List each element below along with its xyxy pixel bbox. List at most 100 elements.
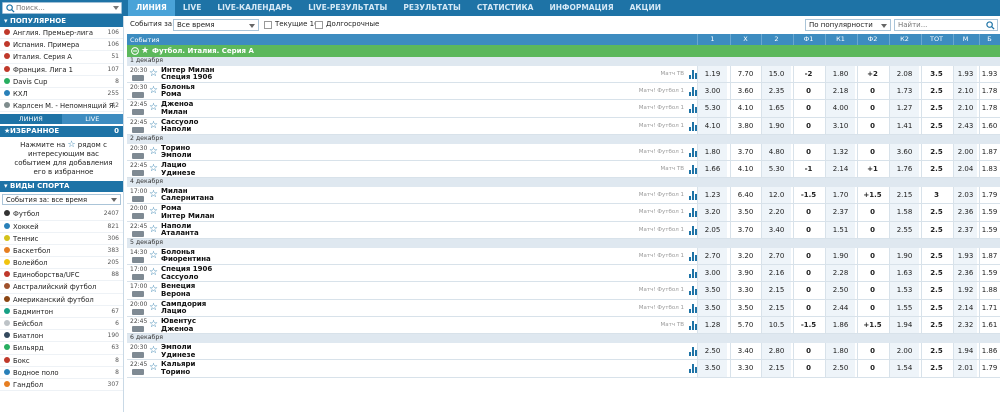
odds-cell-Б[interactable]: 1.59 <box>979 221 999 239</box>
sort-select[interactable]: По популярности <box>805 19 891 31</box>
odds-cell-Ф2[interactable]: 0 <box>857 204 887 221</box>
broadcast-info[interactable]: Матч! Футбол 1 <box>639 287 684 293</box>
odds-cell-К1[interactable]: 1.32 <box>825 143 855 160</box>
odds-cell-К2[interactable]: 2.08 <box>889 65 919 82</box>
odds-cell-К1[interactable]: 2.50 <box>825 360 855 377</box>
odds-cell-X[interactable]: 5.70 <box>730 317 760 334</box>
odds-cell-2[interactable]: 1.65 <box>761 100 791 117</box>
odds-cell-2[interactable]: 5.30 <box>761 160 791 178</box>
odds-cell-М[interactable]: 2.10 <box>953 82 977 100</box>
odds-cell-ТОТ[interactable]: 2.5 <box>921 317 951 334</box>
odds-cell-К2[interactable]: 2.55 <box>889 221 919 239</box>
odds-cell-X[interactable]: 3.70 <box>730 143 760 160</box>
odds-cell-М[interactable]: 2.10 <box>953 100 977 117</box>
find-input[interactable] <box>895 20 985 30</box>
broadcast-info[interactable]: Матч! Футбол 1 <box>639 253 684 259</box>
odds-cell-Ф2[interactable]: 0 <box>857 143 887 160</box>
odds-cell-Б[interactable]: 1.59 <box>979 204 999 221</box>
odds-cell-Ф1[interactable]: -1.5 <box>793 317 823 334</box>
match-teams[interactable]: Сампдория Лацио <box>161 300 206 316</box>
favorite-star-icon[interactable]: ☆ <box>149 206 158 218</box>
match-teams[interactable]: Торино Эмполи <box>161 144 192 160</box>
popular-item[interactable]: Davis Cup 8 <box>0 76 123 88</box>
odds-cell-ТОТ[interactable]: 3 <box>921 186 951 204</box>
odds-cell-ТОТ[interactable]: 2.5 <box>921 282 951 299</box>
odds-cell-М[interactable]: 2.03 <box>953 186 977 204</box>
odds-cell-М[interactable]: 2.43 <box>953 117 977 135</box>
odds-cell-К2[interactable]: 1.58 <box>889 204 919 221</box>
odds-cell-Ф2[interactable]: 0 <box>857 360 887 377</box>
odds-cell-1[interactable]: 2.05 <box>697 221 727 239</box>
match-row[interactable]: 22:45 ☆ Ювентус Дженоа Матч ТВ 1.28 5.70 10.5 -1… <box>127 317 1000 335</box>
odds-cell-Ф1[interactable]: 0 <box>793 264 823 282</box>
match-teams[interactable]: Ювентус Дженоа <box>161 317 196 333</box>
odds-cell-1[interactable]: 1.28 <box>697 317 727 334</box>
column-header-8[interactable]: М <box>953 34 977 45</box>
match-teams[interactable]: Болонья Фиорентина <box>161 248 211 264</box>
odds-cell-К2[interactable]: 1.63 <box>889 264 919 282</box>
find-box[interactable] <box>894 19 998 31</box>
favorites-header[interactable]: ★ИЗБРАННОЕ 0 <box>0 126 123 138</box>
odds-cell-2[interactable]: 1.90 <box>761 117 791 135</box>
events-period-select[interactable]: Все время <box>173 19 259 31</box>
favorite-star-icon[interactable]: ☆ <box>149 345 158 357</box>
odds-cell-1[interactable]: 1.19 <box>697 65 727 82</box>
odds-cell-М[interactable]: 1.94 <box>953 342 977 360</box>
odds-cell-Ф1[interactable]: 0 <box>793 282 823 299</box>
longterm-checkbox[interactable] <box>315 21 323 29</box>
odds-cell-К1[interactable]: 1.86 <box>825 317 855 334</box>
odds-cell-Б[interactable]: 1.79 <box>979 360 999 377</box>
odds-cell-Ф1[interactable]: 0 <box>793 247 823 264</box>
match-row[interactable]: 20:30 ☆ Эмполи Удинезе 2.50 3.40 2.80 0 1.80 0 2.0… <box>127 342 1000 361</box>
sport-item[interactable]: Бокс 8 <box>0 355 123 367</box>
sport-item[interactable]: Гандбол 307 <box>0 379 123 392</box>
odds-cell-М[interactable]: 2.00 <box>953 143 977 160</box>
odds-cell-X[interactable]: 3.50 <box>730 204 760 221</box>
favorite-star-icon[interactable]: ☆ <box>149 250 158 262</box>
odds-cell-Б[interactable]: 1.88 <box>979 282 999 299</box>
favorite-star-icon[interactable]: ☆ <box>149 120 158 132</box>
odds-cell-2[interactable]: 2.20 <box>761 204 791 221</box>
column-header-0[interactable]: 1 <box>697 34 727 45</box>
odds-cell-1[interactable]: 1.23 <box>697 186 727 204</box>
odds-cell-К1[interactable]: 2.50 <box>825 282 855 299</box>
odds-cell-1[interactable]: 3.50 <box>697 360 727 377</box>
column-header-2[interactable]: 2 <box>761 34 791 45</box>
broadcast-info[interactable]: Матч! Футбол 1 <box>639 227 684 233</box>
odds-cell-К2[interactable]: 2.00 <box>889 342 919 360</box>
match-teams[interactable]: Интер Милан Специя 1906 <box>161 66 215 82</box>
odds-cell-X[interactable]: 4.10 <box>730 100 760 117</box>
favorite-star-icon[interactable]: ☆ <box>149 102 158 114</box>
broadcast-info[interactable]: Матч! Футбол 1 <box>639 305 684 311</box>
current-checkbox[interactable] <box>264 21 272 29</box>
odds-cell-ТОТ[interactable]: 2.5 <box>921 299 951 317</box>
sports-period-select[interactable]: События за: все время <box>2 194 121 206</box>
odds-cell-ТОТ[interactable]: 2.5 <box>921 342 951 360</box>
match-row[interactable]: 20:30 ☆ Болонья Рома Матч! Футбол 1 3.00 3.60 2… <box>127 82 1000 101</box>
odds-cell-1[interactable]: 1.66 <box>697 160 727 178</box>
odds-cell-X[interactable]: 3.30 <box>730 282 760 299</box>
odds-cell-ТОТ[interactable]: 2.5 <box>921 360 951 377</box>
odds-cell-Ф1[interactable]: 0 <box>793 342 823 360</box>
odds-cell-К1[interactable]: 1.51 <box>825 221 855 239</box>
odds-cell-Б[interactable]: 1.93 <box>979 65 999 82</box>
sport-item[interactable]: Бадминтон 67 <box>0 306 123 318</box>
popular-item[interactable]: Франция. Лига 1 107 <box>0 64 123 76</box>
match-row[interactable]: 20:00 ☆ Рома Интер Милан Матч! Футбол 1 3.20 3… <box>127 204 1000 222</box>
odds-cell-Б[interactable]: 1.78 <box>979 82 999 100</box>
sport-item[interactable]: Австралийский футбол <box>0 281 123 294</box>
odds-cell-ТОТ[interactable]: 2.5 <box>921 143 951 160</box>
odds-cell-М[interactable]: 2.01 <box>953 360 977 377</box>
odds-cell-К1[interactable]: 2.37 <box>825 204 855 221</box>
search-icon[interactable] <box>986 21 995 30</box>
odds-cell-Ф1[interactable]: 0 <box>793 299 823 317</box>
favorite-star-icon[interactable]: ☆ <box>149 146 158 158</box>
match-row[interactable]: 14:30 ☆ Болонья Фиорентина Матч! Футбол 1 2.7… <box>127 247 1000 265</box>
statistics-icon[interactable] <box>689 208 697 218</box>
odds-cell-2[interactable]: 10.5 <box>761 317 791 334</box>
odds-cell-Б[interactable]: 1.87 <box>979 143 999 160</box>
column-header-7[interactable]: ТОТ <box>921 34 951 45</box>
odds-cell-К2[interactable]: 3.60 <box>889 143 919 160</box>
odds-cell-Ф2[interactable]: 0 <box>857 247 887 264</box>
nav-tab-1[interactable]: LIVE <box>175 0 210 16</box>
